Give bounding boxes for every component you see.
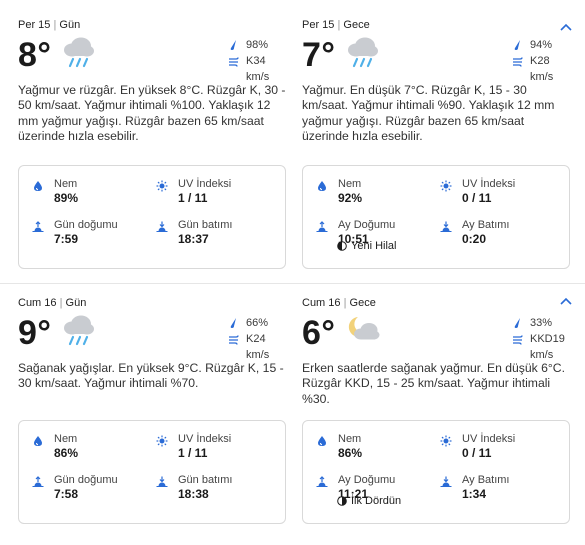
night-rain-icon [344, 35, 380, 69]
sunset: Gün batımı 18:38 [156, 474, 276, 504]
humidity: Nem 86% [316, 433, 436, 463]
period-name: Gece [349, 297, 376, 309]
wind: KKD19 km/s [510, 331, 572, 361]
precipitation: 98% [226, 37, 288, 53]
day-period-panel: Cum 16 | Gün 9° 66% K24 km/s Sağanak yağ… [18, 296, 288, 524]
wind-icon [228, 333, 240, 345]
humidity: Nem 92% [316, 178, 436, 208]
forecast-description: Yağmur. En düşük 7°C. Rüzgâr K, 15 - 30 … [302, 83, 555, 144]
moonrise-icon [316, 220, 328, 232]
rain-cloud-icon [60, 313, 96, 347]
humidity-drop-icon [32, 179, 44, 191]
moonset: Ay Batımı 1:34 [440, 474, 560, 504]
sunrise: Gün doğumu 7:59 [32, 219, 152, 249]
sunrise-icon [32, 475, 44, 487]
humidity-drop-icon [316, 434, 328, 446]
precipitation: 66% [226, 315, 288, 331]
moonset: Ay Batımı 0:20 [440, 219, 560, 249]
partly-cloudy-night-icon [344, 313, 380, 347]
forecast-description: Erken saatlerde sağanak yağmur. En düşük… [302, 361, 565, 406]
raindrop-icon [512, 39, 524, 51]
temperature: 8° [18, 36, 52, 74]
sunset-icon [156, 220, 168, 232]
moonset-icon [440, 475, 452, 487]
sunset: Gün batımı 18:37 [156, 219, 276, 249]
humidity: Nem 86% [32, 433, 152, 463]
uv-index: UV İndeksi 1 / 11 [156, 178, 276, 208]
wind-icon [512, 333, 524, 345]
raindrop-icon [228, 39, 240, 51]
sunset-icon [156, 475, 168, 487]
wind-icon [228, 55, 240, 67]
uv-index: UV İndeksi 0 / 11 [440, 178, 560, 208]
wind: K28 km/s [510, 53, 572, 83]
wind-icon [512, 55, 524, 67]
moonset-icon [440, 220, 452, 232]
period-name: Gün [59, 19, 81, 31]
day-divider [0, 283, 585, 284]
rain-cloud-icon [60, 35, 96, 69]
moon-phase: İlk Dördün [337, 494, 401, 508]
period-name: Gece [343, 19, 370, 31]
sun-icon [156, 179, 168, 192]
sunrise-icon [32, 220, 44, 232]
sun-icon [440, 434, 452, 447]
period-title: Per 15 | Gün [18, 19, 81, 31]
moon-phase-icon [337, 496, 347, 506]
moon-phase-icon [337, 241, 347, 251]
humidity-drop-icon [32, 434, 44, 446]
period-title: Cum 16 | Gece [302, 297, 376, 309]
precipitation: 33% [510, 315, 572, 331]
period-date: Cum 16 [302, 297, 341, 309]
uv-index: UV İndeksi 0 / 11 [440, 433, 560, 463]
wind: K24 km/s [226, 331, 288, 361]
temperature: 9° [18, 314, 52, 352]
sunrise: Gün doğumu 7:58 [32, 474, 152, 504]
night-period-panel: Cum 16 | Gece 6° 33% KKD19 km/s Erken sa… [302, 296, 572, 524]
details-card: Nem 86% UV İndeksi 1 / 11 Gün doğumu 7:5… [18, 420, 286, 524]
period-title: Cum 16 | Gün [18, 297, 87, 309]
day-period-panel: Per 15 | Gün 8° 98% K34 km/s Yağmur ve r… [18, 18, 288, 269]
moonrise-icon [316, 475, 328, 487]
uv-index: UV İndeksi 1 / 11 [156, 433, 276, 463]
period-date: Per 15 [302, 19, 335, 31]
period-date: Per 15 [18, 19, 51, 31]
period-name: Gün [65, 297, 87, 309]
precipitation: 94% [510, 37, 572, 53]
moon-phase: Yeni Hilal [337, 239, 396, 253]
sun-icon [440, 179, 452, 192]
details-card: Nem 92% UV İndeksi 0 / 11 Ay Doğumu 10:5… [302, 165, 570, 269]
raindrop-icon [512, 317, 524, 329]
temperature: 7° [302, 36, 336, 74]
period-title: Per 15 | Gece [302, 19, 370, 31]
period-date: Cum 16 [18, 297, 57, 309]
details-card: Nem 86% UV İndeksi 0 / 11 Ay Doğumu 11:2… [302, 420, 570, 524]
raindrop-icon [228, 317, 240, 329]
wind: K34 km/s [226, 53, 288, 83]
details-card: Nem 89% UV İndeksi 1 / 11 Gün doğumu 7:5… [18, 165, 286, 269]
night-period-panel: Per 15 | Gece 7° 94% K28 km/s Yağmur. En… [302, 18, 572, 269]
temperature: 6° [302, 314, 336, 352]
forecast-description: Sağanak yağışlar. En yüksek 9°C. Rüzgâr … [18, 361, 284, 391]
sun-icon [156, 434, 168, 447]
humidity-drop-icon [316, 179, 328, 191]
humidity: Nem 89% [32, 178, 152, 208]
forecast-description: Yağmur ve rüzgâr. En yüksek 8°C. Rüzgâr … [18, 83, 286, 144]
